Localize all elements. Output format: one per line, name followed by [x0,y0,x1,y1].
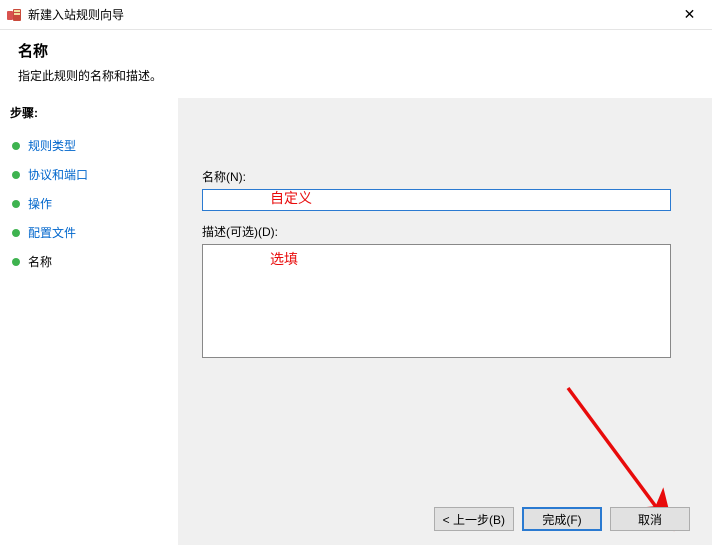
wizard-buttons: < 上一步(B) 完成(F) 取消 [434,507,690,531]
name-label: 名称(N): [202,168,688,185]
main-panel: 名称(N): 描述(可选)(D): 自定义 选填 < 上一步(B) 完成(F) … [178,98,712,545]
back-button[interactable]: < 上一步(B) [434,507,514,531]
cancel-button[interactable]: 取消 [610,507,690,531]
step-label: 操作 [28,195,52,212]
app-icon [6,7,22,23]
page-title: 名称 [18,40,694,61]
description-label: 描述(可选)(D): [202,223,688,240]
page-subtitle: 指定此规则的名称和描述。 [18,67,694,84]
bullet-icon [12,200,20,208]
finish-button[interactable]: 完成(F) [522,507,602,531]
step-label: 名称 [28,253,52,270]
name-input[interactable] [202,189,671,211]
steps-sidebar: 步骤: 规则类型 协议和端口 操作 配置文件 名称 [0,98,178,545]
steps-heading: 步骤: [10,104,168,121]
bullet-icon [12,258,20,266]
titlebar: 新建入站规则向导 ✕ [0,0,712,30]
bullet-icon [12,171,20,179]
step-label: 规则类型 [28,137,76,154]
close-button[interactable]: ✕ [667,0,712,30]
description-textarea[interactable] [202,244,671,358]
wizard-header: 名称 指定此规则的名称和描述。 [0,30,712,98]
step-rule-type[interactable]: 规则类型 [10,131,168,160]
close-icon: ✕ [684,6,696,23]
bullet-icon [12,142,20,150]
step-name[interactable]: 名称 [10,247,168,276]
step-label: 配置文件 [28,224,76,241]
step-profile[interactable]: 配置文件 [10,218,168,247]
step-label: 协议和端口 [28,166,88,183]
window-title: 新建入站规则向导 [28,6,124,23]
step-protocol-port[interactable]: 协议和端口 [10,160,168,189]
bullet-icon [12,229,20,237]
step-action[interactable]: 操作 [10,189,168,218]
